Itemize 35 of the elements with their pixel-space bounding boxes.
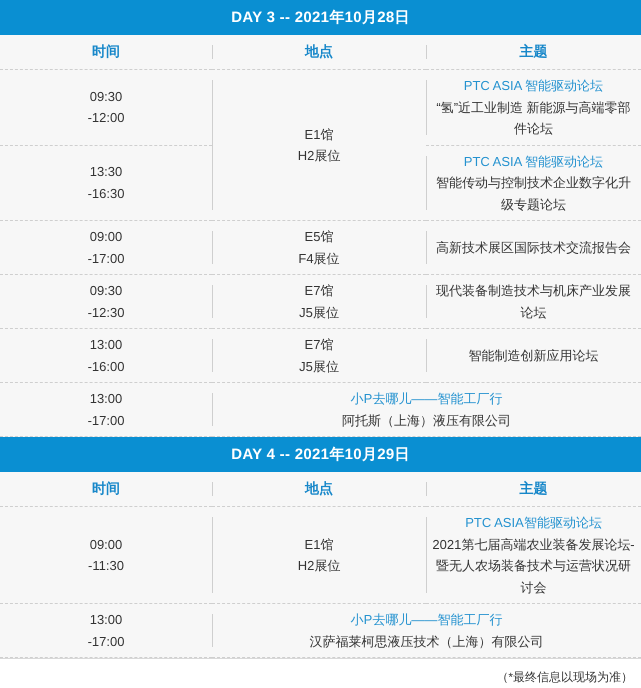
location-text: E7馆 J5展位 [299,336,339,376]
location-text: E1馆 H2展位 [298,126,340,165]
forum-title: PTC ASIA智能驱动论坛 [465,514,602,532]
topic-text: 高新技术展区国际技术交流报告会 [436,238,631,257]
topic-text: “氢”近工业制造 新能源与高端零部件论坛 [435,98,632,138]
topic-text: 2021第七届高端农业装备发展论坛-暨无人农场装备技术与运营状况研讨会 [432,536,635,596]
forum-title: PTC ASIA 智能驱动论坛 [464,77,604,95]
company-name: 汉萨福莱柯思液压技术（上海）有限公司 [310,632,544,650]
topic-text: 智能传动与控制技术企业数字化升级专题论坛 [435,174,632,214]
day-title: DAY 4 -- 2021年10月29日 [0,437,641,472]
company-name: 阿托斯（上海）液压有限公司 [342,412,511,430]
session-time: 13:00 -16:00 [88,336,124,376]
session-time: 13:30 -16:30 [88,163,124,203]
forum-title: PTC ASIA 智能驱动论坛 [464,152,604,170]
day-title: DAY 3 -- 2021年10月28日 [0,0,641,35]
visit-title: 小P去哪儿——智能工厂行 [350,390,502,408]
session-time: 13:00 -17:00 [88,390,124,430]
column-header: 主题 [520,479,548,498]
session-time: 13:00 -17:00 [88,611,124,650]
visit-title: 小P去哪儿——智能工厂行 [350,611,502,629]
session-time: 09:00 -11:30 [88,536,124,575]
topic-text: 现代装备制造技术与机床产业发展论坛 [435,282,632,322]
footnote: （*最终信息以现场为准） [496,669,633,686]
column-header: 时间 [92,479,120,498]
location-text: E5馆 F4展位 [298,228,340,268]
session-time: 09:30 -12:30 [88,282,124,322]
session-time: 09:30 -12:00 [88,88,124,128]
column-header: 地点 [305,479,333,498]
location-text: E1馆 H2展位 [298,536,340,575]
column-header: 地点 [305,42,333,62]
session-time: 09:00 -17:00 [88,228,124,268]
column-header: 主题 [520,42,548,62]
column-header: 时间 [92,42,120,62]
location-text: E7馆 J5展位 [299,282,339,322]
topic-text: 智能制造创新应用论坛 [468,346,598,365]
